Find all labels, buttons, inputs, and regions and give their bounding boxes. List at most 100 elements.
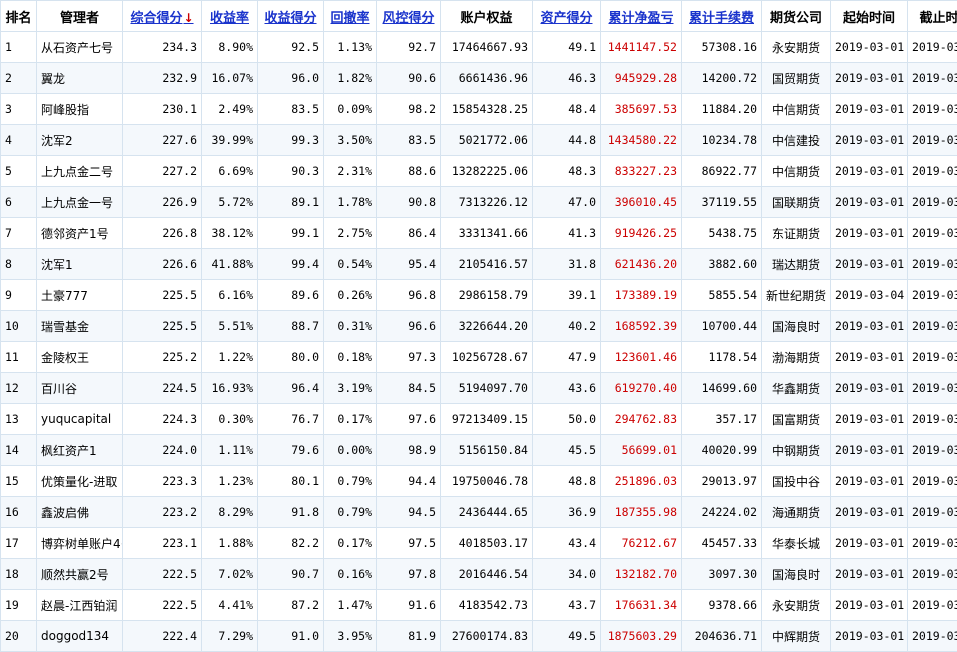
header-net-profit[interactable]: 累计净盈亏 <box>600 0 682 32</box>
cell-net-profit: 1441147.52 <box>600 31 682 63</box>
cell-return-score: 99.1 <box>257 217 324 249</box>
cell-broker: 中信期货 <box>761 155 831 187</box>
cell-asset-score: 46.3 <box>532 62 601 94</box>
cell-start: 2019-03-01 <box>830 341 908 373</box>
table-row: 8 沈军1 226.6 41.88% 99.4 0.54% 95.4 2105416.57 31… <box>0 248 957 280</box>
cell-risk-score: 83.5 <box>376 124 441 156</box>
cell-broker: 新世纪期货 <box>761 279 831 311</box>
header-asset-score[interactable]: 资产得分 <box>532 0 601 32</box>
cell-manager: 沈军1 <box>36 248 123 280</box>
cell-broker: 华泰长城 <box>761 527 831 559</box>
cell-risk-score: 90.6 <box>376 62 441 94</box>
cell-asset-score: 48.3 <box>532 155 601 187</box>
cell-asset-score: 49.5 <box>532 620 601 652</box>
table-row: 12 百川谷 224.5 16.93% 96.4 3.19% 84.5 5194097.70 4… <box>0 372 957 404</box>
cell-drawdown: 0.26% <box>323 279 377 311</box>
cell-risk-score: 96.6 <box>376 310 441 342</box>
cell-return-score: 99.3 <box>257 124 324 156</box>
cell-rank: 6 <box>0 186 37 218</box>
cell-rank: 1 <box>0 31 37 63</box>
cell-net-profit: 1434580.22 <box>600 124 682 156</box>
cell-rank: 20 <box>0 620 37 652</box>
cell-net-profit: 173389.19 <box>600 279 682 311</box>
cell-fees: 10234.78 <box>681 124 762 156</box>
cell-fees: 3882.60 <box>681 248 762 280</box>
cell-return-rate: 6.16% <box>201 279 258 311</box>
cell-return-score: 82.2 <box>257 527 324 559</box>
cell-start: 2019-03-01 <box>830 93 908 125</box>
header-risk-score[interactable]: 风控得分 <box>376 0 441 32</box>
cell-return-rate: 1.88% <box>201 527 258 559</box>
cell-start: 2019-03-01 <box>830 62 908 94</box>
cell-risk-score: 97.3 <box>376 341 441 373</box>
cell-risk-score: 95.4 <box>376 248 441 280</box>
cell-end: 2019-03-14 <box>907 62 957 94</box>
cell-return-score: 83.5 <box>257 93 324 125</box>
cell-start: 2019-03-01 <box>830 496 908 528</box>
cell-net-profit: 251896.03 <box>600 465 682 497</box>
cell-equity: 3226644.20 <box>440 310 533 342</box>
cell-start: 2019-03-01 <box>830 527 908 559</box>
cell-drawdown: 2.75% <box>323 217 377 249</box>
cell-fees: 40020.99 <box>681 434 762 466</box>
cell-broker: 渤海期货 <box>761 341 831 373</box>
header-return-score[interactable]: 收益得分 <box>257 0 324 32</box>
cell-return-rate: 1.22% <box>201 341 258 373</box>
cell-return-score: 91.8 <box>257 496 324 528</box>
cell-drawdown: 3.19% <box>323 372 377 404</box>
cell-risk-score: 94.4 <box>376 465 441 497</box>
header-overall-score-label: 综合得分 <box>130 10 183 26</box>
cell-overall-score: 223.1 <box>122 527 202 559</box>
cell-net-profit: 176631.34 <box>600 589 682 621</box>
cell-end: 2019-03-14 <box>907 186 957 218</box>
cell-net-profit: 294762.83 <box>600 403 682 435</box>
cell-equity: 4018503.17 <box>440 527 533 559</box>
cell-risk-score: 94.5 <box>376 496 441 528</box>
cell-overall-score: 222.5 <box>122 558 202 590</box>
cell-asset-score: 34.0 <box>532 558 601 590</box>
table-header: 排名 管理者 综合得分↓ 收益率 收益得分 回撤率 风控得分 账户权益 资产得分… <box>0 0 957 32</box>
cell-end: 2019-03-14 <box>907 341 957 373</box>
cell-broker: 东证期货 <box>761 217 831 249</box>
cell-manager: yuqucapital <box>36 403 123 435</box>
cell-overall-score: 226.8 <box>122 217 202 249</box>
cell-risk-score: 97.5 <box>376 527 441 559</box>
header-drawdown[interactable]: 回撤率 <box>323 0 377 32</box>
header-fees[interactable]: 累计手续费 <box>681 0 762 32</box>
cell-net-profit: 621436.20 <box>600 248 682 280</box>
cell-end: 2019-03-14 <box>907 496 957 528</box>
cell-manager: 翼龙 <box>36 62 123 94</box>
header-return-rate[interactable]: 收益率 <box>201 0 258 32</box>
cell-return-score: 96.0 <box>257 62 324 94</box>
header-rank: 排名 <box>0 0 37 32</box>
cell-return-score: 76.7 <box>257 403 324 435</box>
cell-equity: 2436444.65 <box>440 496 533 528</box>
cell-manager: 顺然共赢2号 <box>36 558 123 590</box>
cell-risk-score: 90.8 <box>376 186 441 218</box>
cell-equity: 19750046.78 <box>440 465 533 497</box>
cell-drawdown: 2.31% <box>323 155 377 187</box>
table-row: 2 翼龙 232.9 16.07% 96.0 1.82% 90.6 6661436.96 46.… <box>0 62 957 94</box>
table-row: 3 阿峰股指 230.1 2.49% 83.5 0.09% 98.2 15854328.25 4… <box>0 93 957 125</box>
cell-end: 2019-03-14 <box>907 372 957 404</box>
cell-fees: 10700.44 <box>681 310 762 342</box>
cell-equity: 27600174.83 <box>440 620 533 652</box>
cell-broker: 国海良时 <box>761 310 831 342</box>
cell-drawdown: 1.13% <box>323 31 377 63</box>
cell-return-score: 89.1 <box>257 186 324 218</box>
cell-manager: 百川谷 <box>36 372 123 404</box>
cell-end: 2019-03-14 <box>907 589 957 621</box>
cell-return-score: 87.2 <box>257 589 324 621</box>
cell-fees: 37119.55 <box>681 186 762 218</box>
cell-risk-score: 97.6 <box>376 403 441 435</box>
cell-broker: 中辉期货 <box>761 620 831 652</box>
cell-return-rate: 16.93% <box>201 372 258 404</box>
cell-return-score: 99.4 <box>257 248 324 280</box>
cell-rank: 10 <box>0 310 37 342</box>
cell-broker: 国贸期货 <box>761 62 831 94</box>
header-overall-score[interactable]: 综合得分↓ <box>122 0 202 32</box>
cell-return-rate: 8.29% <box>201 496 258 528</box>
cell-fees: 204636.71 <box>681 620 762 652</box>
cell-equity: 2016446.54 <box>440 558 533 590</box>
cell-drawdown: 3.50% <box>323 124 377 156</box>
